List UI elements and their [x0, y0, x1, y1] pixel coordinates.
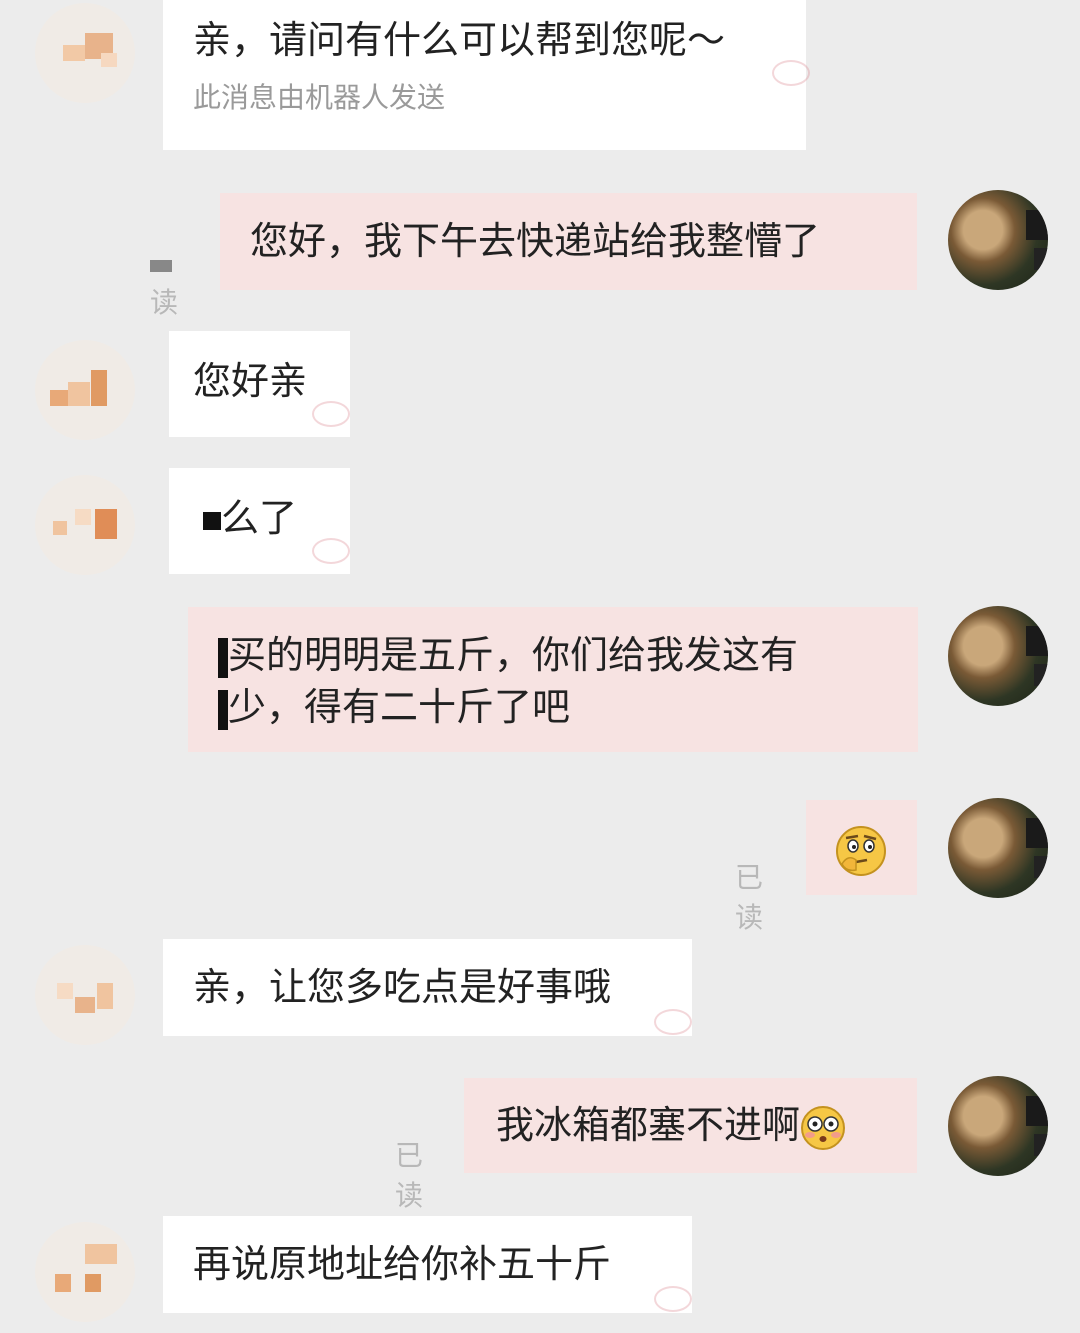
- read-status: 已读: [395, 1139, 424, 1212]
- censor-block: [218, 689, 228, 730]
- watermark-icon: [654, 1009, 692, 1035]
- message-text: 亲，请问有什么可以帮到您呢～: [193, 18, 726, 62]
- read-status: 已读读: [150, 248, 178, 321]
- message-bubble: [806, 800, 917, 895]
- agent-avatar[interactable]: [35, 475, 135, 575]
- agent-avatar[interactable]: [35, 3, 135, 103]
- message-text-line: 买的明明是五斤，你们给我发这有: [218, 629, 918, 681]
- flushed-face-emoji: [801, 1105, 846, 1150]
- message-text: 您好亲: [193, 359, 308, 403]
- agent-avatar[interactable]: [35, 340, 135, 440]
- censor-block: [218, 637, 228, 678]
- message-bubble: 亲，请问有什么可以帮到您呢～ 此消息由机器人发送: [163, 0, 810, 150]
- message-text: 我冰箱都塞不进啊: [496, 1099, 917, 1151]
- user-avatar[interactable]: [948, 798, 1048, 898]
- message-text: 亲，让您多吃点是好事哦: [193, 965, 612, 1009]
- message-bubble: 我冰箱都塞不进啊: [464, 1078, 917, 1173]
- thinking-face-emoji: [836, 825, 886, 876]
- watermark-icon: [312, 538, 350, 564]
- agent-avatar[interactable]: [35, 945, 135, 1045]
- message-bubble: 亲，让您多吃点是好事哦: [163, 939, 692, 1036]
- watermark-icon: [654, 1286, 692, 1312]
- user-avatar[interactable]: [948, 606, 1048, 706]
- message-bubble: 再说原地址给你补五十斤: [163, 1216, 692, 1313]
- bot-sent-note: 此消息由机器人发送: [193, 81, 446, 114]
- user-avatar[interactable]: [948, 190, 1048, 290]
- message-text: 您好，我下午去快递站给我整懵了: [250, 219, 821, 263]
- agent-avatar[interactable]: [35, 1222, 135, 1322]
- message-bubble: 您好，我下午去快递站给我整懵了: [220, 193, 917, 290]
- message-bubble: 买的明明是五斤，你们给我发这有 少，得有二十斤了吧: [188, 607, 918, 752]
- watermark-icon: [312, 401, 350, 427]
- read-status: 已读: [735, 861, 764, 934]
- message-bubble: 您好亲: [169, 331, 350, 437]
- message-text: 么了: [203, 492, 350, 544]
- message-text: 再说原地址给你补五十斤: [193, 1242, 612, 1286]
- watermark-icon: [772, 60, 810, 86]
- user-avatar[interactable]: [948, 1076, 1048, 1176]
- message-text-line: 少，得有二十斤了吧: [218, 681, 918, 733]
- message-bubble: 么了: [169, 468, 350, 574]
- censor-block: [203, 511, 221, 530]
